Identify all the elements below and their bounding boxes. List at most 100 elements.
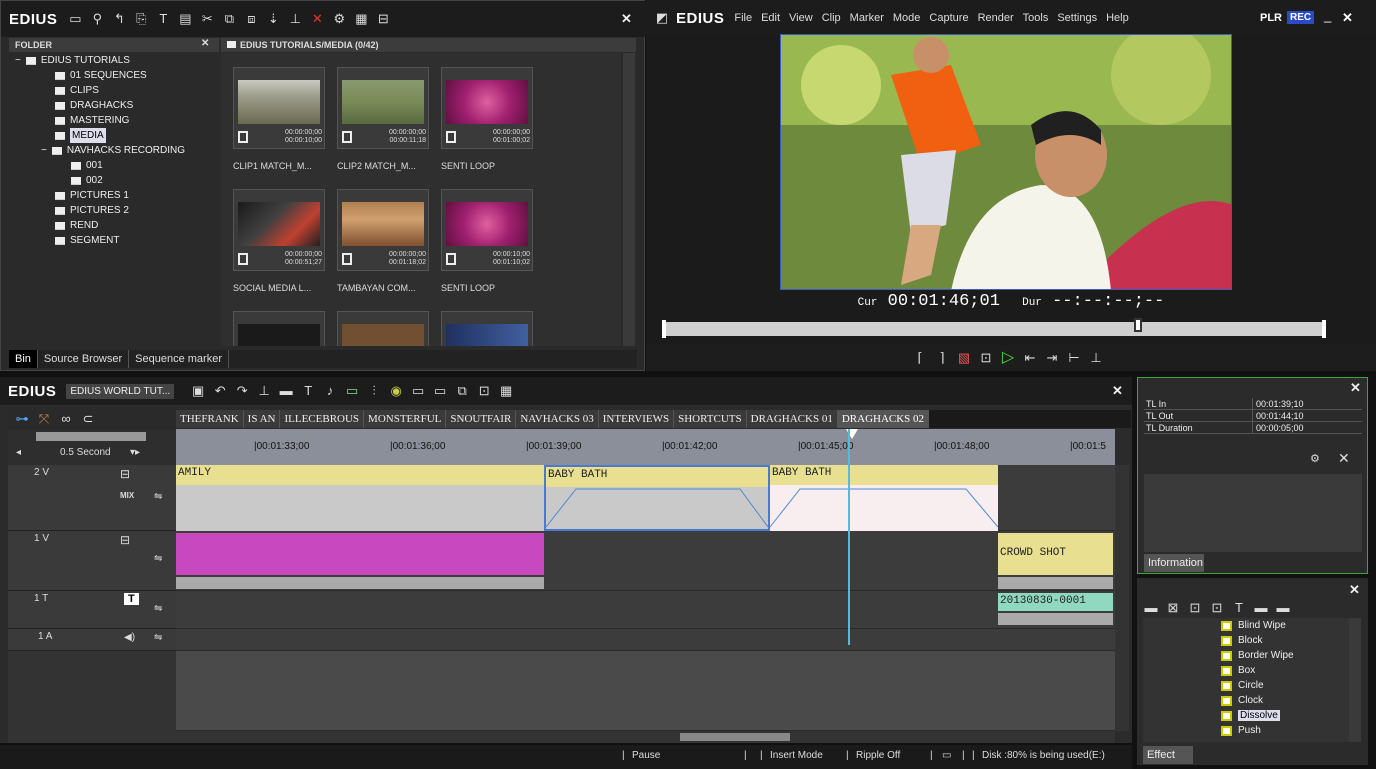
expand-icon[interactable]: ⇋ — [154, 603, 162, 614]
effect-item-border-wipe[interactable]: Border Wipe — [1221, 648, 1294, 663]
render-icon[interactable]: ▭ — [410, 383, 426, 399]
ripple-icon[interactable]: ⊥ — [256, 383, 272, 399]
zoom-label[interactable]: 0.5 Second — [60, 447, 111, 458]
status-ripple[interactable]: Ripple Off — [856, 750, 900, 761]
overwrite-to-timeline-icon[interactable]: ⊥ — [1088, 350, 1104, 366]
tab-sequence[interactable]: INTERVIEWS — [598, 410, 675, 428]
delete-icon[interactable]: ✕ — [1338, 450, 1350, 467]
sequence-name[interactable]: EDIUS WORLD TUT... — [66, 383, 175, 399]
tree-item-pictures-2[interactable]: PICTURES 2 — [55, 203, 129, 218]
tree-item-002[interactable]: 002 — [71, 173, 103, 188]
clip-thumbnail[interactable]: 00:00:00;00 00:00:51;27 — [233, 189, 325, 271]
clip-thumbnail[interactable] — [441, 311, 533, 346]
scrubber-handle[interactable] — [1134, 318, 1142, 332]
clip-title-20130830[interactable]: 20130830-0001 — [998, 593, 1113, 611]
effect-scrollbar[interactable] — [1349, 618, 1361, 742]
plr-button[interactable]: PLR — [1260, 12, 1282, 24]
menu-clip[interactable]: Clip — [822, 12, 841, 24]
save-icon[interactable]: ▣ — [190, 383, 206, 399]
effect-settings-icon[interactable]: ⚙ — [1310, 452, 1320, 465]
zoom-left-icon[interactable]: ◂ — [16, 447, 21, 458]
delete-icon[interactable]: ✕ — [309, 11, 325, 27]
insert-icon[interactable]: ⊥ — [287, 11, 303, 27]
tab-sequence[interactable]: DRAGHACKS 01 — [746, 410, 838, 428]
menu-capture[interactable]: Capture — [929, 12, 968, 24]
paste-icon[interactable]: ⧈ — [243, 11, 259, 27]
clip-thumbnail[interactable]: 00:00:00;00 00:01:00;02 — [441, 67, 533, 149]
close-icon[interactable]: ✕ — [1112, 383, 1123, 399]
playhead-line[interactable] — [848, 429, 850, 645]
tree-view-icon[interactable]: ▬ — [1143, 600, 1159, 616]
clip-thumbnail[interactable]: 00:00:00;00 00:00:11;18 — [337, 67, 429, 149]
expand-icon[interactable]: ⇋ — [154, 553, 162, 564]
effect-item-clock[interactable]: Clock — [1221, 693, 1263, 708]
audio-mixer-icon[interactable]: ⫶ — [366, 383, 382, 399]
tree-item-navhacks-recording[interactable]: − NAVHACKS RECORDING — [41, 143, 185, 158]
tab-effect[interactable]: Effect — [1143, 746, 1193, 764]
timeline-add-icon[interactable]: ⇣ — [265, 11, 281, 27]
player-scrubber[interactable] — [662, 322, 1326, 336]
close-icon[interactable]: ✕ — [621, 11, 632, 27]
tab-sequence[interactable]: MONSTERFUL — [364, 410, 447, 428]
effect-item-circle[interactable]: Circle — [1221, 678, 1264, 693]
magnet-icon[interactable]: ⊂ — [80, 411, 96, 427]
close-icon[interactable]: ✕ — [1349, 582, 1360, 598]
rec-button[interactable]: REC — [1287, 11, 1315, 24]
speaker-icon[interactable]: ◀) — [124, 632, 135, 643]
tree-item-001[interactable]: 001 — [71, 158, 103, 173]
tree-item-clips[interactable]: CLIPS — [55, 83, 99, 98]
menu-help[interactable]: Help — [1106, 12, 1129, 24]
insert-to-timeline-icon[interactable]: ⊢ — [1066, 350, 1082, 366]
color-bar-icon[interactable]: ▤ — [177, 11, 193, 27]
add-clip-icon[interactable]: ⎘ — [133, 11, 149, 27]
clip-magenta[interactable] — [176, 533, 544, 575]
zoom-dropdown-icon[interactable]: ▾▸ — [130, 447, 140, 458]
track-2v[interactable]: 2 V ⊟ MIX ⇋ — [8, 465, 176, 531]
track-1v[interactable]: 1 V ⊟ ⇋ — [8, 531, 176, 591]
tree-item-media[interactable]: MEDIA — [55, 128, 106, 143]
snapshot-icon[interactable]: ⊡ — [978, 350, 994, 366]
layout-icon[interactable]: ▦ — [498, 383, 514, 399]
set-in-icon[interactable]: ⌈ — [912, 350, 928, 366]
clip-amily[interactable]: AMILY — [176, 465, 544, 531]
menu-settings[interactable]: Settings — [1057, 12, 1097, 24]
expand-icon[interactable]: ⇋ — [154, 491, 162, 502]
mix-label[interactable]: MIX — [120, 491, 134, 500]
export-icon[interactable]: ▭ — [432, 383, 448, 399]
play-icon[interactable]: ▷ — [1000, 350, 1016, 366]
clip-thumbnail[interactable] — [337, 311, 429, 346]
view-icon[interactable]: ▦ — [353, 11, 369, 27]
audio-icon[interactable]: ▬ — [1253, 600, 1269, 616]
menu-edit[interactable]: Edit — [761, 12, 780, 24]
tree-item-segment[interactable]: SEGMENT — [55, 233, 119, 248]
clip-thumbnail[interactable]: 00:00:10;00 00:01:10;02 — [441, 189, 533, 271]
undo-icon[interactable]: ↶ — [212, 383, 228, 399]
tree-item-edius-tutorials[interactable]: − EDIUS TUTORIALS — [15, 53, 130, 68]
prev-edit-icon[interactable]: ⇤ — [1022, 350, 1038, 366]
mic-icon[interactable]: ♪ — [322, 383, 338, 399]
menu-file[interactable]: File — [734, 12, 752, 24]
clip-thumbnail[interactable] — [233, 311, 325, 346]
scroll-thumb[interactable] — [680, 733, 790, 741]
menu-tools[interactable]: Tools — [1023, 12, 1049, 24]
list-icon[interactable]: ▬ — [1275, 600, 1291, 616]
sync-lock-icon[interactable]: ⤧ — [36, 411, 52, 427]
clip-thumbnail[interactable]: 00:00:00;00 00:01:18;02 — [337, 189, 429, 271]
tab-sequence[interactable]: ILLECEBROUS — [280, 410, 365, 428]
properties-icon[interactable]: ⚙ — [331, 11, 347, 27]
keyer-icon[interactable]: ⊡ — [1209, 600, 1225, 616]
tab-sequence[interactable]: SHORTCUTS — [674, 410, 747, 428]
tree-item-rend[interactable]: REND — [55, 218, 98, 233]
copy-icon[interactable]: ⧉ — [221, 11, 237, 27]
timeline-ruler[interactable]: |00:01:33;00 |00:01:36;00 |00:01:39;00 |… — [176, 429, 1115, 465]
tree-item-draghacks[interactable]: DRAGHACKS — [55, 98, 133, 113]
timeline-horizontal-scrollbar[interactable] — [176, 731, 1115, 743]
effect-item-push[interactable]: Push — [1221, 723, 1261, 738]
clip-crowd-shot[interactable]: CROWD SHOT — [998, 533, 1113, 575]
track-add-icon[interactable]: ⊶ — [14, 411, 30, 427]
filter-icon[interactable]: ⊠ — [1165, 600, 1181, 616]
camera-icon[interactable]: ⊡ — [476, 383, 492, 399]
menu-view[interactable]: View — [789, 12, 813, 24]
snapshot-icon[interactable]: ⧉ — [454, 383, 470, 399]
close-icon[interactable]: ✕ — [1350, 380, 1361, 396]
